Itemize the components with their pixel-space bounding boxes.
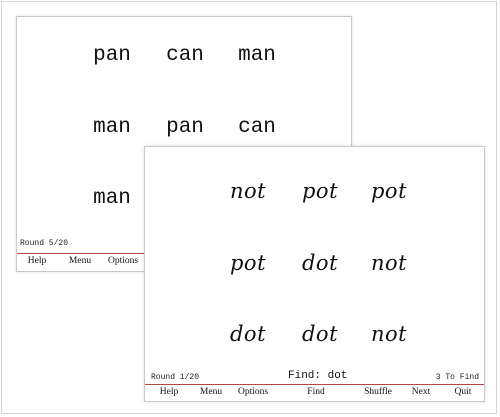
menu-bar: Help Menu Options Find Shuffle Next Quit (145, 386, 484, 400)
word-tile[interactable]: pan (166, 116, 204, 139)
word-tile[interactable]: pot (230, 251, 266, 275)
word-tile[interactable]: not (371, 322, 407, 346)
help-button[interactable]: Help (160, 387, 178, 397)
options-button[interactable]: Options (238, 387, 268, 397)
round-counter: Round 5/20 (20, 239, 69, 248)
find-button[interactable]: Find (307, 387, 324, 397)
menu-button[interactable]: Menu (69, 256, 91, 266)
find-target: Find: dot (288, 370, 348, 382)
word-tile[interactable]: dot (302, 322, 338, 346)
menu-divider (145, 384, 484, 385)
word-tile[interactable]: dot (230, 322, 266, 346)
word-tile[interactable]: pot (371, 179, 407, 203)
next-button[interactable]: Next (412, 387, 430, 397)
word-tile[interactable]: pot (302, 179, 338, 203)
word-tile[interactable]: not (371, 251, 407, 275)
word-tile[interactable]: man (238, 44, 276, 67)
word-tile[interactable]: can (166, 44, 204, 67)
remaining-count: 3 To Find (435, 373, 479, 382)
game-window-front: not pot pot pot dot not dot dot not Roun… (144, 146, 485, 402)
round-counter: Round 1/20 (151, 373, 200, 382)
word-tile[interactable]: pan (93, 44, 131, 67)
help-button[interactable]: Help (28, 256, 46, 266)
menu-button[interactable]: Menu (200, 387, 222, 397)
word-tile[interactable]: man (93, 116, 131, 139)
word-tile[interactable]: dot (302, 251, 338, 275)
options-button[interactable]: Options (108, 256, 138, 266)
word-tile[interactable]: not (230, 179, 266, 203)
word-tile[interactable]: can (238, 116, 276, 139)
word-tile[interactable]: man (93, 187, 131, 210)
shuffle-button[interactable]: Shuffle (364, 387, 392, 397)
quit-button[interactable]: Quit (455, 387, 472, 397)
